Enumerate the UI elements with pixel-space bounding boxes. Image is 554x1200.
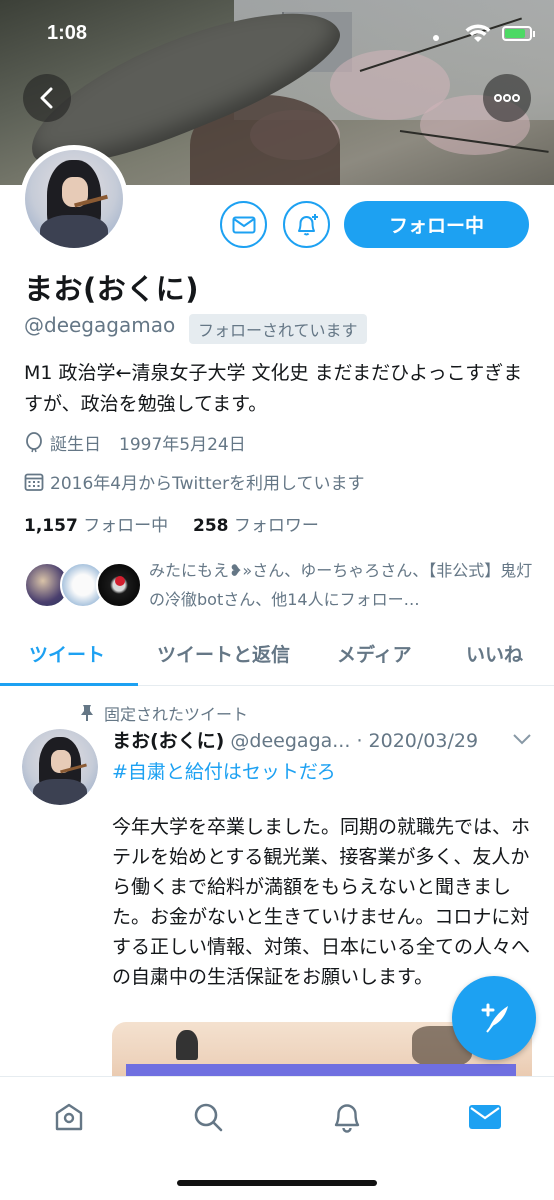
pin-icon xyxy=(81,705,93,721)
chevron-left-icon xyxy=(40,87,53,109)
tweet-hashtag[interactable]: #自粛と給付はセットだろ xyxy=(112,757,336,784)
messages-icon xyxy=(469,1105,501,1129)
more-icon xyxy=(494,94,520,102)
tab-likes[interactable]: いいね xyxy=(466,640,523,667)
profile-bio: M1 政治学←清泉女子大学 文化史 まだまだひよっこすぎますが、政治を勉強してま… xyxy=(24,362,523,415)
back-button[interactable] xyxy=(23,74,71,122)
nav-messages[interactable] xyxy=(465,1097,505,1137)
feather-plus-icon xyxy=(481,1003,508,1033)
notifications-icon xyxy=(334,1104,360,1133)
compose-tweet-button[interactable] xyxy=(452,976,536,1060)
message-button[interactable] xyxy=(220,201,267,248)
tweet-author-name[interactable]: まお(おくに) xyxy=(112,730,224,752)
active-tab-indicator xyxy=(0,683,138,686)
battery-fill xyxy=(505,29,525,38)
birthday-label: 誕生日 xyxy=(50,435,101,455)
profile-tabs: ツイート ツイートと返信 メディア いいね xyxy=(0,630,554,686)
following-link[interactable]: 1,157 フォロー中 xyxy=(24,516,168,536)
nav-home[interactable] xyxy=(49,1097,89,1137)
nav-notifications[interactable] xyxy=(327,1097,367,1137)
follower-avatar xyxy=(96,562,142,608)
following-label: フォロー中 xyxy=(83,516,169,536)
home-indicator xyxy=(177,1180,377,1186)
tab-tweets-and-replies[interactable]: ツイートと返信 xyxy=(157,640,290,667)
followed-by-text: みたにもえ❥»さん、ゆーちゃろさん、【非公式】鬼灯の冷徹botさん、他14人にフ… xyxy=(149,561,533,609)
profile-name: まお(おくに) xyxy=(24,272,200,306)
pinned-indicator: 固定されたツイート xyxy=(80,701,248,725)
media-figure xyxy=(176,1030,198,1060)
avatar-image xyxy=(25,150,123,248)
more-options-button[interactable] xyxy=(483,74,531,122)
wifi-icon xyxy=(465,24,491,42)
birthday-value: 1997年5月24日 xyxy=(119,435,246,455)
follow-counts: 1,157 フォロー中 258 フォロワー xyxy=(24,511,319,536)
avatar-image xyxy=(22,729,98,805)
search-icon xyxy=(194,1103,223,1132)
tweet-header: まお(おくに) @deegaga... · 2020/03/29 xyxy=(112,726,478,753)
calendar-icon xyxy=(24,473,44,491)
signal-dot xyxy=(433,35,439,41)
joined-row: 2016年4月からTwitterを利用しています xyxy=(24,469,365,494)
balloon-icon xyxy=(26,431,42,452)
tab-media[interactable]: メディア xyxy=(337,640,412,667)
birthday-row: 誕生日 1997年5月24日 xyxy=(24,430,246,455)
tweet-author-handle[interactable]: @deegaga... xyxy=(230,730,350,752)
followers-count: 258 xyxy=(193,516,229,536)
joined-text: 2016年4月からTwitterを利用しています xyxy=(50,474,365,494)
notifications-toggle-button[interactable] xyxy=(283,201,330,248)
follows-you-badge: フォローされています xyxy=(189,314,367,344)
tab-tweets[interactable]: ツイート xyxy=(29,640,105,667)
tweet-date[interactable]: · 2020/03/29 xyxy=(356,730,478,752)
profile-handle: @deegagamao xyxy=(24,313,176,337)
bell-plus-icon xyxy=(297,213,318,235)
chevron-down-icon[interactable] xyxy=(512,733,532,745)
profile-avatar[interactable] xyxy=(20,145,128,253)
mail-icon xyxy=(232,216,255,233)
home-icon xyxy=(55,1103,83,1131)
pinned-label: 固定されたツイート xyxy=(104,705,249,724)
status-time: 1:08 xyxy=(47,22,88,44)
status-bar: 1:08 xyxy=(0,0,554,60)
followers-link[interactable]: 258 フォロワー xyxy=(193,516,319,536)
battery-icon xyxy=(502,26,535,41)
following-count: 1,157 xyxy=(24,516,78,536)
followed-by-section[interactable]: みたにもえ❥»さん、ゆーちゃろさん、【非公式】鬼灯の冷徹botさん、他14人にフ… xyxy=(24,556,534,616)
tweet-text: 今年大学を卒業しました。同期の就職先では、ホテルを始めとする観光業、接客業が多く… xyxy=(112,816,531,988)
followers-label: フォロワー xyxy=(233,516,319,536)
following-button[interactable]: フォロー中 xyxy=(344,201,529,248)
nav-search[interactable] xyxy=(188,1097,228,1137)
tweet-author-avatar[interactable] xyxy=(22,729,98,805)
